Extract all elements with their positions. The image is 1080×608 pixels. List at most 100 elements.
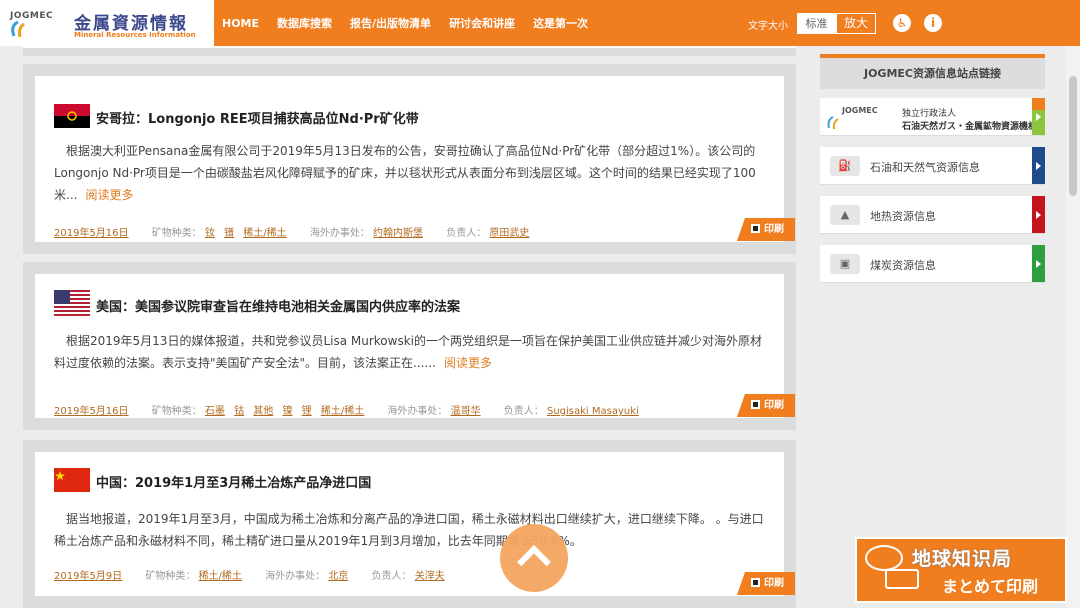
mineral-tag[interactable]: 镍 bbox=[282, 406, 292, 417]
orange-corner-mark bbox=[1032, 98, 1045, 110]
main-nav: HOME 数据库搜索 报告/出版物清单 研讨会和讲座 这是第一次 bbox=[222, 0, 606, 46]
person-label: 负责人： bbox=[446, 228, 487, 239]
font-large-button[interactable]: 放大 bbox=[836, 13, 876, 34]
person-link[interactable]: 关滓夫 bbox=[415, 571, 445, 582]
sidebar-item-label: 石油和天然气资源信息 bbox=[870, 161, 980, 174]
previous-card-edge bbox=[23, 46, 796, 56]
office-label: 海外办事处： bbox=[309, 228, 370, 239]
print-icon bbox=[751, 224, 760, 233]
person-label: 负责人： bbox=[371, 571, 412, 582]
article-card: 安哥拉：Longonjo REE项目捕获高品位Nd·Pr矿化带 根据澳大利亚Pe… bbox=[23, 64, 796, 254]
article-meta: 2019年5月16日 矿物种类： 石墨 钴 其他 镍 锂 稀土/稀土 海外办事处… bbox=[54, 402, 645, 417]
article-meta: 2019年5月9日 矿物种类： 稀土/稀土 海外办事处： 北京 负责人： 关滓夫 bbox=[54, 567, 451, 582]
mineral-label: 矿物种类： bbox=[145, 571, 196, 582]
print-label: 印刷 bbox=[764, 400, 784, 411]
article-body: 根据2019年5月13日的媒体报道，共和党参议员Lisa Murkowski的一… bbox=[54, 330, 764, 374]
person-link[interactable]: 原田武史 bbox=[489, 228, 529, 239]
office-link[interactable]: 北京 bbox=[328, 571, 348, 582]
chevron-right-icon bbox=[1032, 196, 1045, 233]
accessibility-icon[interactable]: ♿ bbox=[893, 14, 911, 32]
chevron-right-icon bbox=[1032, 147, 1045, 184]
mineral-tag[interactable]: 其他 bbox=[253, 406, 273, 417]
scrollbar-thumb[interactable] bbox=[1069, 76, 1077, 196]
article-date[interactable]: 2019年5月9日 bbox=[54, 571, 122, 582]
office-link[interactable]: 温哥华 bbox=[451, 406, 481, 417]
article-body: 据当地报道，2019年1月至3月，中国成为稀土冶炼和分离产品的净进口国，稀土永磁… bbox=[54, 508, 764, 552]
geothermal-icon: ▲ bbox=[830, 205, 860, 225]
sidebar-item-oil-gas[interactable]: ⛽ 石油和天然气资源信息 bbox=[820, 147, 1045, 185]
chevron-right-icon bbox=[1032, 245, 1045, 282]
print-button[interactable]: 印刷 bbox=[737, 394, 795, 417]
mineral-tag[interactable]: 稀土/稀土 bbox=[243, 228, 286, 239]
china-flag-icon bbox=[54, 468, 90, 492]
printer-icon bbox=[885, 569, 919, 589]
article-body-text: 根据澳大利亚Pensana金属有限公司于2019年5月13日发布的公告，安哥拉确… bbox=[54, 144, 756, 202]
article-meta: 2019年5月16日 矿物种类： 钕 镨 稀土/稀土 海外办事处： 约翰内斯堡 … bbox=[54, 224, 535, 239]
oil-gas-icon: ⛽ bbox=[830, 156, 860, 176]
print-button[interactable]: 印刷 bbox=[737, 572, 795, 595]
header: JOGMEC 金属資源情報 Mineral Resources Informat… bbox=[0, 0, 1080, 46]
mineral-tag[interactable]: 钕 bbox=[205, 228, 215, 239]
mineral-tag[interactable]: 稀土/稀土 bbox=[321, 406, 364, 417]
sidebar-jogmec-org: 石油天然ガス・金属鉱物資源機構 bbox=[902, 122, 1038, 132]
print-icon bbox=[751, 578, 760, 587]
jogmec-logo-icon bbox=[827, 116, 839, 130]
office-label: 海外办事处： bbox=[265, 571, 326, 582]
info-icon[interactable]: i bbox=[924, 14, 942, 32]
sidebar-item-geothermal[interactable]: ▲ 地热资源信息 bbox=[820, 196, 1045, 234]
nav-database-search[interactable]: 数据库搜索 bbox=[277, 15, 332, 31]
article-card: 中国：2019年1月至3月稀土冶炼产品净进口国 据当地报道，2019年1月至3月… bbox=[23, 440, 796, 608]
article-body-text: 据当地报道，2019年1月至3月，中国成为稀土冶炼和分离产品的净进口国，稀土永磁… bbox=[54, 512, 764, 548]
article-inner: 美国：美国参议院审查旨在维持电池相关金属国内供应率的法案 根据2019年5月13… bbox=[35, 274, 795, 418]
print-button[interactable]: 印刷 bbox=[737, 218, 795, 241]
print-all-label: まとめて印刷 bbox=[942, 577, 1039, 596]
sidebar-item-coal[interactable]: ▣ 煤炭资源信息 bbox=[820, 245, 1045, 283]
usa-flag-icon bbox=[54, 290, 90, 316]
article-inner: 安哥拉：Longonjo REE项目捕获高品位Nd·Pr矿化带 根据澳大利亚Pe… bbox=[35, 76, 795, 242]
sidebar-item-label: 地热资源信息 bbox=[870, 210, 936, 223]
logo-jogmec-text: JOGMEC bbox=[10, 11, 54, 21]
office-link[interactable]: 约翰内斯堡 bbox=[373, 228, 423, 239]
article-date[interactable]: 2019年5月16日 bbox=[54, 228, 129, 239]
article-inner: 中国：2019年1月至3月稀土冶炼产品净进口国 据当地报道，2019年1月至3月… bbox=[35, 452, 795, 596]
wechat-icon bbox=[865, 545, 903, 571]
article-title[interactable]: 美国：美国参议院审查旨在维持电池相关金属国内供应率的法案 bbox=[96, 296, 460, 315]
nav-home[interactable]: HOME bbox=[222, 17, 259, 30]
mineral-tag[interactable]: 镨 bbox=[224, 228, 234, 239]
article-date[interactable]: 2019年5月16日 bbox=[54, 406, 129, 417]
mineral-tag[interactable]: 稀土/稀土 bbox=[199, 571, 242, 582]
person-label: 负责人： bbox=[503, 406, 544, 417]
read-more-link[interactable]: 阅读更多 bbox=[444, 356, 492, 370]
coal-icon: ▣ bbox=[830, 254, 860, 274]
person-link[interactable]: Sugisaki Masayuki bbox=[547, 406, 639, 417]
watermark-text: 地球知识局 bbox=[912, 548, 1013, 570]
print-label: 印刷 bbox=[764, 224, 784, 235]
nav-seminars[interactable]: 研讨会和讲座 bbox=[449, 15, 515, 31]
site-logo[interactable]: JOGMEC 金属資源情報 Mineral Resources Informat… bbox=[0, 0, 214, 46]
sidebar-item-jogmec[interactable]: JOGMEC 独立行政法人 石油天然ガス・金属鉱物資源機構 bbox=[820, 98, 1045, 136]
mineral-tag[interactable]: 锂 bbox=[302, 406, 312, 417]
print-label: 印刷 bbox=[764, 578, 784, 589]
article-title[interactable]: 中国：2019年1月至3月稀土冶炼产品净进口国 bbox=[96, 472, 371, 491]
mineral-tag[interactable]: 钴 bbox=[234, 406, 244, 417]
mineral-label: 矿物种类： bbox=[151, 406, 202, 417]
logo-subtitle: Mineral Resources Information bbox=[74, 31, 196, 39]
article-title[interactable]: 安哥拉：Longonjo REE项目捕获高品位Nd·Pr矿化带 bbox=[96, 108, 419, 127]
nav-reports[interactable]: 报告/出版物清单 bbox=[350, 15, 431, 31]
page-scrollbar[interactable] bbox=[1066, 46, 1080, 608]
article-body: 根据澳大利亚Pensana金属有限公司于2019年5月13日发布的公告，安哥拉确… bbox=[54, 140, 764, 206]
back-to-top-button[interactable] bbox=[500, 524, 568, 592]
article-card: 美国：美国参议院审查旨在维持电池相关金属国内供应率的法案 根据2019年5月13… bbox=[23, 262, 796, 430]
angola-flag-icon bbox=[54, 104, 90, 128]
font-normal-button[interactable]: 标准 bbox=[797, 13, 836, 34]
read-more-link[interactable]: 阅读更多 bbox=[85, 188, 133, 202]
print-icon bbox=[751, 400, 760, 409]
sidebar-jogmec-type: 独立行政法人 bbox=[902, 109, 957, 119]
nav-first-time[interactable]: 这是第一次 bbox=[533, 15, 588, 31]
mineral-tag[interactable]: 石墨 bbox=[205, 406, 225, 417]
article-body-text: 根据2019年5月13日的媒体报道，共和党参议员Lisa Murkowski的一… bbox=[54, 334, 762, 370]
print-all-button[interactable]: 地球知识局 まとめて印刷 bbox=[855, 537, 1067, 603]
sidebar-title: JOGMEC资源信息站点链接 bbox=[820, 54, 1045, 89]
mineral-label: 矿物种类： bbox=[151, 228, 202, 239]
office-label: 海外办事处： bbox=[387, 406, 448, 417]
